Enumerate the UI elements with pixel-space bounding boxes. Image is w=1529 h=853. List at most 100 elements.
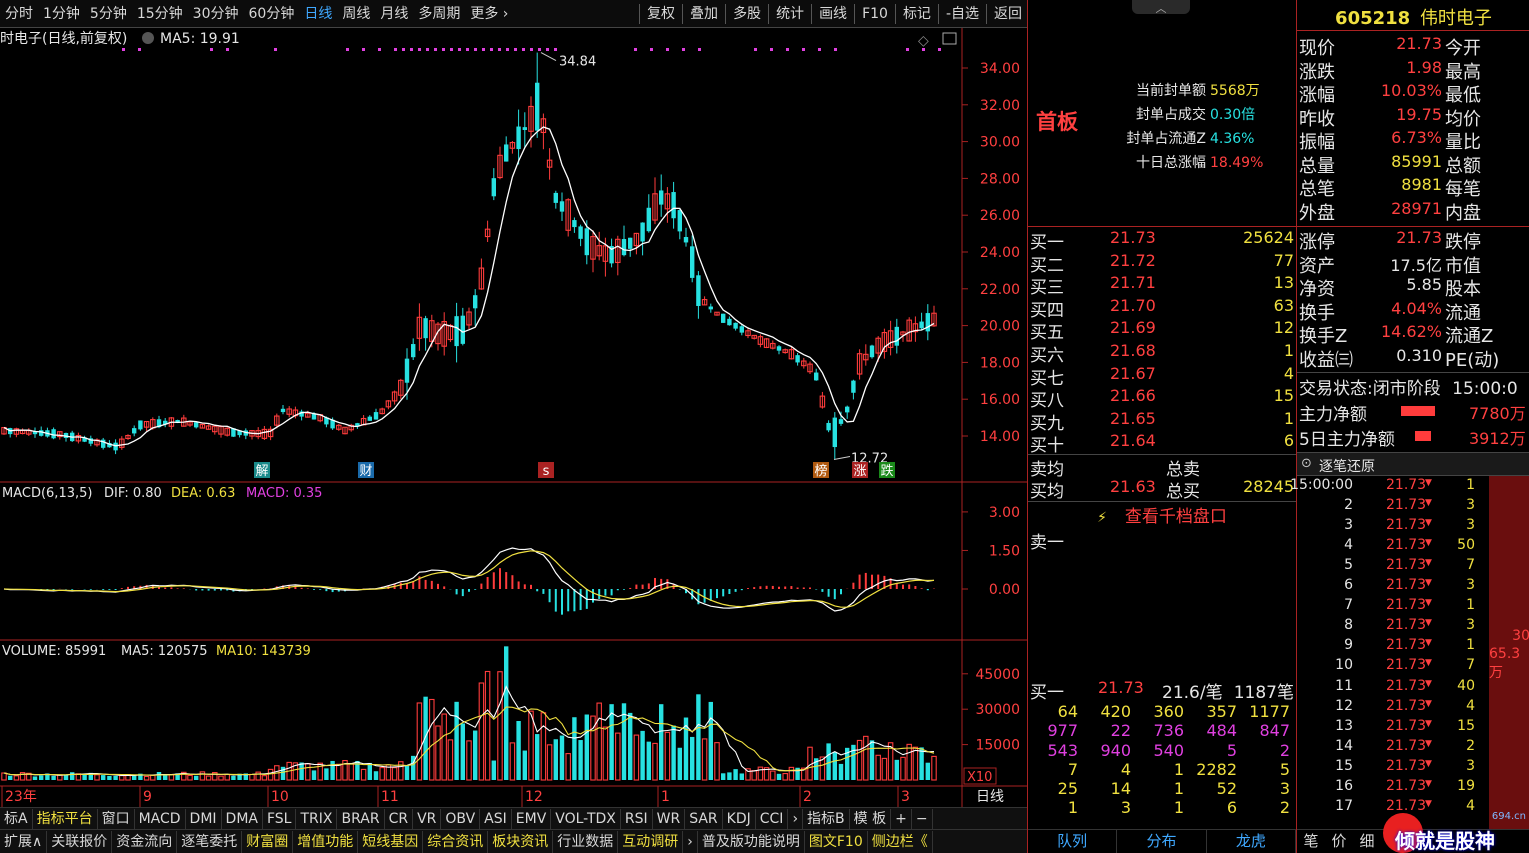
candle-body — [721, 313, 726, 323]
extension-tab-10[interactable]: 互动调研 — [618, 830, 684, 853]
indicator-tab-2[interactable]: 窗口 — [98, 808, 135, 829]
indicator-tab-13[interactable]: EMV — [512, 808, 552, 829]
right-tab-0[interactable]: 队列 — [1028, 830, 1118, 853]
indicator-tab-11[interactable]: OBV — [441, 808, 481, 829]
extension-tab-1[interactable]: 关联报价 — [47, 830, 113, 853]
extension-tab-9[interactable]: 行业数据 — [553, 830, 619, 853]
indicator-tab-17[interactable]: SAR — [685, 808, 723, 829]
volume-bar — [919, 747, 924, 780]
thousand-depth-link[interactable]: ⚡ 查看千档盘口 — [1028, 502, 1296, 527]
indicator-tab-16[interactable]: WR — [653, 808, 686, 829]
indicator-tab-12[interactable]: ASI — [480, 808, 512, 829]
toolbar-tool-1[interactable]: 叠加 — [685, 0, 723, 28]
tick-tab-0[interactable]: 笔 — [1297, 830, 1325, 853]
candle-body — [113, 442, 118, 451]
period-tab-8[interactable]: 月线 — [375, 0, 413, 28]
candle-body — [132, 428, 137, 434]
extension-tab-11[interactable]: › — [683, 830, 698, 853]
candle-body — [491, 178, 496, 197]
volume-bar — [522, 750, 527, 780]
toolbar-tool-7[interactable]: -自选 — [941, 0, 984, 28]
extension-tab-12[interactable]: 普及版功能说明 — [698, 830, 805, 853]
right-tab-1[interactable]: 分布 — [1117, 830, 1207, 853]
indicator-tab-0[interactable]: 标A — [0, 808, 33, 829]
ma5-value: MA5: 19.91 — [160, 31, 240, 47]
extension-tab-13[interactable]: 图文F10 — [805, 830, 868, 853]
date-label: 9 — [143, 789, 152, 805]
extension-tab-14[interactable]: 侧边栏《 — [868, 830, 933, 853]
indicator-tab-20[interactable]: › — [788, 808, 804, 829]
event-marker: 榜 — [814, 463, 827, 479]
date-label: 11 — [381, 789, 399, 805]
indicator-tab-24[interactable]: − — [912, 808, 933, 829]
period-tab-3[interactable]: 15分钟 — [132, 0, 188, 28]
signal-dot — [906, 48, 909, 51]
indicator-tab-5[interactable]: DMA — [222, 808, 263, 829]
indicator-tab-1[interactable]: 指标平台 — [33, 808, 98, 829]
collapse-toggle[interactable]: ︿ — [1132, 0, 1190, 15]
volume-bar — [894, 759, 899, 780]
signal-dot — [818, 48, 821, 51]
extension-tab-7[interactable]: 综合资讯 — [423, 830, 489, 853]
macd-dea: DEA: 0.63 — [171, 486, 235, 501]
toolbar-tool-8[interactable]: 返回 — [989, 0, 1027, 28]
sell1-label: 卖一 — [1030, 533, 1064, 553]
indicator-tab-4[interactable]: DMI — [186, 808, 222, 829]
extension-tab-3[interactable]: 逐笔委托 — [177, 830, 243, 853]
toolbar-tool-2[interactable]: 多股 — [728, 0, 766, 28]
toolbar-tool-0[interactable]: 复权 — [642, 0, 680, 28]
extension-tab-4[interactable]: 财富圈 — [242, 830, 294, 853]
volume-bar — [565, 753, 571, 781]
indicator-tab-22[interactable]: 模 板 — [850, 808, 892, 829]
queue-row: 7 4 1 2282 5 — [1067, 759, 1290, 779]
toolbar-tool-6[interactable]: 标记 — [898, 0, 936, 28]
right-tab-2[interactable]: 龙虎 — [1207, 830, 1296, 853]
volume-bar — [584, 714, 589, 780]
toolbar-tool-5[interactable]: F10 — [857, 0, 893, 28]
volume-bar — [757, 766, 764, 781]
toolbar-tool-4[interactable]: 画线 — [814, 0, 852, 28]
period-tab-0[interactable]: 分时 — [0, 0, 38, 28]
extension-tab-0[interactable]: 扩展∧ — [0, 830, 48, 853]
period-tab-2[interactable]: 5分钟 — [85, 0, 132, 28]
extension-tab-6[interactable]: 短线基因 — [358, 830, 424, 853]
indicator-tab-18[interactable]: KDJ — [723, 808, 756, 829]
period-tab-10[interactable]: 更多 › — [465, 0, 513, 28]
indicator-tab-21[interactable]: 指标B — [803, 808, 850, 829]
volume-bar — [727, 772, 732, 780]
indicator-tab-8[interactable]: BRAR — [337, 808, 385, 829]
indicator-tab-23[interactable]: + — [891, 808, 912, 829]
indicator-tab-7[interactable]: TRIX — [296, 808, 338, 829]
volume-bar — [559, 735, 565, 780]
period-tab-9[interactable]: 多周期 — [413, 0, 465, 28]
period-tab-1[interactable]: 1分钟 — [38, 0, 85, 28]
volume-bar — [714, 742, 720, 781]
indicator-tab-10[interactable]: VR — [413, 808, 442, 829]
indicator-tab-19[interactable]: CCI — [756, 808, 789, 829]
arrow-down-icon: ▼ — [1425, 498, 1432, 509]
tick-tab-1[interactable]: 价 — [1325, 830, 1353, 853]
extension-tab-5[interactable]: 增值功能 — [293, 830, 359, 853]
indicator-tab-6[interactable]: FSL — [263, 808, 297, 829]
period-tab-5[interactable]: 60分钟 — [244, 0, 300, 28]
period-tab-7[interactable]: 周线 — [337, 0, 375, 28]
candle-body — [795, 355, 800, 363]
signal-dot — [938, 48, 941, 51]
tick-tab-2[interactable]: 细 — [1353, 830, 1381, 853]
lightning-icon: ⚡ — [1097, 510, 1107, 526]
candle-body — [578, 226, 583, 239]
extension-tab-2[interactable]: 资金流向 — [112, 830, 178, 853]
candle-body — [894, 326, 899, 346]
toolbar-tool-3[interactable]: 统计 — [771, 0, 809, 28]
indicator-tab-15[interactable]: RSI — [621, 808, 653, 829]
period-tab-4[interactable]: 30分钟 — [188, 0, 244, 28]
kline-chart[interactable]: 时电子(日线,前复权) MA5: 19.91 ◇34.0032.0030.0028.… — [0, 28, 1027, 807]
tick-header[interactable]: ⊙ 逐笔还原 — [1297, 452, 1529, 476]
candle-body — [708, 306, 713, 310]
indicator-tab-3[interactable]: MACD — [135, 808, 186, 829]
signal-dot — [650, 48, 653, 51]
indicator-tab-14[interactable]: VOL-TDX — [551, 808, 621, 829]
extension-tab-8[interactable]: 板块资讯 — [488, 830, 554, 853]
period-tab-6[interactable]: 日线 — [299, 0, 337, 28]
indicator-tab-9[interactable]: CR — [385, 808, 414, 829]
